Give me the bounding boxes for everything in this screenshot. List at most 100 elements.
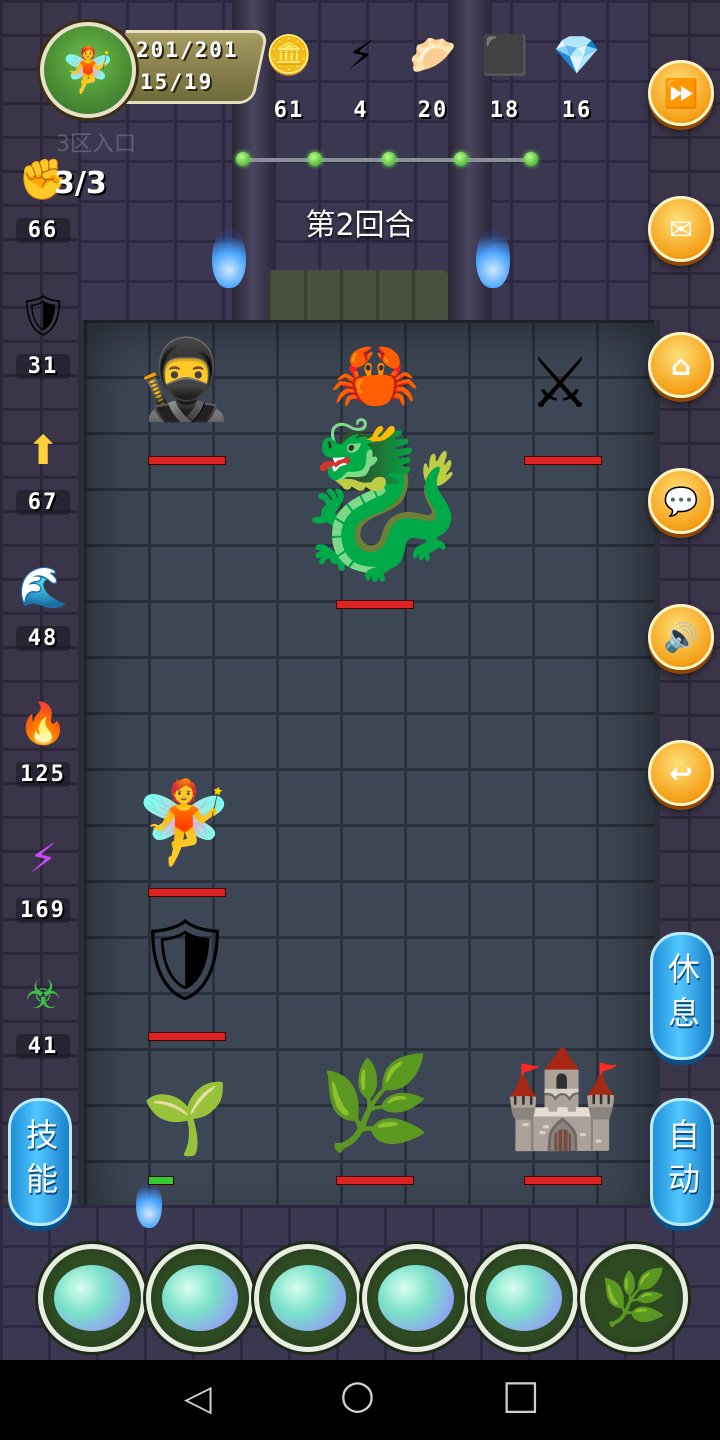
enemy-ninja[interactable]: 🥷 — [134, 320, 234, 440]
fast-forward-button[interactable]: ⏩ — [648, 60, 714, 126]
samurai-icon: ⚔ — [528, 342, 592, 424]
mail-button[interactable]: ✉ — [648, 196, 714, 262]
ore-icon: ⬛ — [481, 32, 529, 77]
card-slot[interactable]: 🌿 — [580, 1244, 688, 1352]
ally-hp-bar — [148, 1176, 174, 1185]
egg-icon — [486, 1265, 562, 1331]
ally-tower[interactable]: 🏰 — [498, 1030, 626, 1166]
lightning-icon: ⚡ — [28, 836, 58, 882]
knight-icon: 🛡 — [134, 913, 236, 1006]
blue-flame-icon — [136, 1180, 162, 1228]
resource-gold: 🪙 61 — [256, 30, 322, 124]
progress-dot — [454, 152, 468, 166]
water-icon: 🌊 — [18, 564, 68, 611]
speaker-icon: 🔊 — [663, 620, 699, 654]
card-slot[interactable] — [38, 1244, 146, 1352]
round-label: 第2回合 — [305, 208, 415, 243]
egg-icon — [162, 1265, 238, 1331]
ally-hp-bar — [524, 1176, 602, 1185]
enemy-hp-bar — [524, 456, 602, 465]
lightning-icon: ⚡ — [347, 33, 375, 77]
bun-icon: 🥟 — [409, 32, 457, 77]
resource-bun: 🥟 20 — [400, 30, 466, 124]
attack-count: 3/3 — [54, 166, 107, 201]
mail-icon: ✉ — [669, 212, 693, 246]
chat-icon: 💬 — [663, 484, 699, 518]
chat-button[interactable]: 💬 — [648, 468, 714, 534]
resource-ore: ⬛ 18 — [472, 30, 538, 124]
card-slot[interactable] — [362, 1244, 470, 1352]
back-button[interactable]: ↩ — [648, 740, 714, 806]
gold-coin-icon: 🪙 — [265, 32, 313, 77]
ninja-icon: 🥷 — [135, 334, 233, 425]
resource-energy: ⚡ 4 — [328, 30, 394, 123]
egg-icon — [378, 1265, 454, 1331]
shield-icon: 🛡 — [17, 292, 69, 339]
poison-icon: ☣ — [25, 972, 61, 1018]
stat-value: 125 — [16, 762, 70, 787]
resource-value: 20 — [417, 98, 449, 123]
enemy-samurai[interactable]: ⚔ — [500, 318, 620, 448]
home-icon: ⌂ — [670, 348, 692, 382]
skill-button[interactable]: 技能 — [8, 1098, 72, 1226]
resource-value: 61 — [273, 98, 305, 123]
nav-back-button[interactable]: ◁ — [184, 1378, 212, 1419]
fire-icon: 🔥 — [18, 700, 68, 747]
nav-recent-button[interactable]: □ — [502, 1372, 540, 1418]
ally-fairy[interactable]: 🧚 — [124, 768, 244, 878]
auto-button[interactable]: 自动 — [650, 1098, 714, 1226]
stat-value: 41 — [16, 1034, 70, 1059]
player-hp: 201/201 — [136, 38, 239, 62]
stat-defense: 🛡 31 — [10, 286, 76, 379]
tower-icon: 🏰 — [502, 1041, 622, 1154]
ally-hp-bar — [148, 1032, 226, 1041]
sound-button[interactable]: 🔊 — [648, 604, 714, 670]
ally-hp-bar — [148, 888, 226, 897]
thorn-vine-icon: 🌿 — [318, 1050, 432, 1156]
nav-home-button[interactable]: ○ — [340, 1372, 375, 1418]
resource-value: 18 — [489, 98, 521, 123]
rest-button[interactable]: 休息 — [650, 932, 714, 1060]
stat-fire: 🔥 125 — [10, 694, 76, 787]
resource-value: 16 — [561, 98, 593, 123]
stat-value: 66 — [16, 218, 70, 243]
sapling-icon: 🌿 — [600, 1266, 668, 1329]
sprout-icon: 🌱 — [142, 1076, 230, 1159]
player-avatar[interactable]: 🧚 — [40, 22, 136, 118]
card-slot[interactable] — [470, 1244, 578, 1352]
ally-hp-bar — [336, 1176, 414, 1185]
resource-value: 4 — [353, 98, 369, 123]
crab-warrior-icon: 🦀 — [330, 332, 420, 417]
stat-lightning: ⚡ 169 — [10, 830, 76, 923]
ally-sprout[interactable]: 🌱 — [134, 1070, 238, 1166]
card-slot[interactable] — [254, 1244, 362, 1352]
stat-poison: ☣ 41 — [10, 966, 76, 1059]
fairy-icon: 🧚 — [134, 776, 234, 869]
progress-dot — [236, 152, 250, 166]
crystal-icon: 💎 — [553, 32, 601, 77]
card-slot[interactable] — [146, 1244, 254, 1352]
progress-dot — [382, 152, 396, 166]
stat-value: 169 — [16, 898, 70, 923]
return-icon: ↩ — [669, 756, 693, 790]
dragon-icon: 🐉 — [288, 413, 476, 587]
progress-dot — [308, 152, 322, 166]
egg-icon — [54, 1265, 130, 1331]
egg-icon — [270, 1265, 346, 1331]
stat-value: 67 — [16, 490, 70, 515]
stat-value: 48 — [16, 626, 70, 651]
stat-water: 🌊 48 — [10, 558, 76, 651]
fast-forward-icon: ⏩ — [663, 76, 699, 110]
resource-crystal: 💎 16 — [544, 30, 610, 124]
stat-power: ⬆ 67 — [10, 422, 76, 515]
enemy-hp-bar — [336, 600, 414, 609]
fairy-avatar-icon: 🧚 — [60, 45, 116, 96]
round-progress — [236, 152, 538, 166]
ally-knight[interactable]: 🛡 — [130, 900, 240, 1020]
ally-thorn-vine[interactable]: 🌿 — [310, 1040, 440, 1166]
stat-value: 31 — [16, 354, 70, 379]
player-level: 15/19 — [140, 70, 214, 94]
enemy-dragon[interactable]: 🐉 — [282, 410, 482, 590]
enemy-hp-bar — [148, 456, 226, 465]
home-button[interactable]: ⌂ — [648, 332, 714, 398]
